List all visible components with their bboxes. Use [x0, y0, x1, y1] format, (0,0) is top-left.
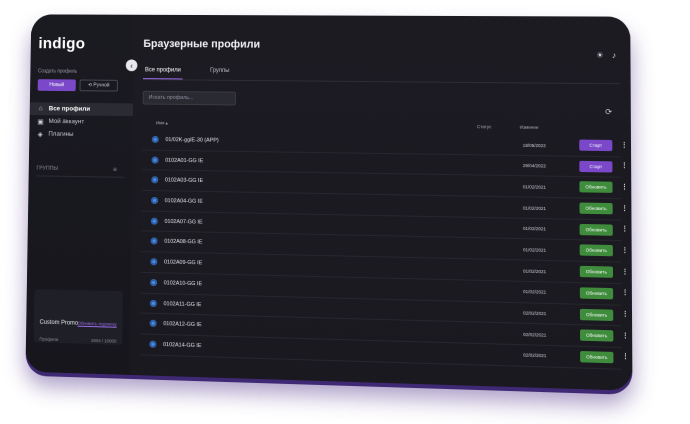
groups-heading: ГРУППЫ	[36, 166, 58, 172]
refresh-icon[interactable]: ⟳	[605, 107, 612, 116]
browser-icon	[152, 136, 159, 143]
search-input[interactable]: Искать профиль...	[143, 91, 236, 106]
browser-icon	[151, 177, 158, 184]
profile-name: 0102A12-GG IE	[163, 321, 201, 328]
profile-date: 02/02/2021	[523, 310, 546, 316]
column-name[interactable]: Имя ▴	[156, 120, 168, 126]
profiles-count: 2604 / 10000	[91, 338, 116, 344]
profile-date: 01/02/2021	[523, 205, 546, 210]
sun-icon[interactable]: ☀	[596, 51, 603, 60]
more-icon[interactable]: ⋮	[622, 353, 629, 361]
more-icon[interactable]: ⋮	[621, 246, 628, 254]
promo-card: Custom Promo Обновить подписку Профили 2…	[34, 289, 123, 345]
profile-name: 0102A14-GG IE	[163, 342, 201, 349]
update-button[interactable]: Обновить	[580, 266, 613, 278]
update-button[interactable]: Обновить	[580, 245, 613, 257]
divider	[143, 79, 620, 84]
tab-groups[interactable]: Группы	[208, 66, 232, 80]
update-button[interactable]: Обновить	[580, 224, 613, 236]
update-button[interactable]: Обновить	[579, 203, 612, 215]
update-button[interactable]: Обновить	[580, 308, 613, 320]
profile-name: 0102A07-GG IE	[164, 219, 202, 226]
profile-name: 0102A11-GG IE	[164, 301, 202, 308]
browser-icon	[151, 238, 158, 245]
browser-icon	[150, 258, 157, 265]
start-button[interactable]: Старт	[579, 140, 612, 152]
browser-icon	[152, 156, 159, 163]
upgrade-subscription-link[interactable]: Обновить подписку	[77, 321, 116, 328]
profile-date: 01/02/2021	[523, 268, 546, 274]
page-title: Браузерные профили	[143, 38, 260, 50]
layers-icon: ◈	[37, 131, 44, 138]
column-changed[interactable]: Изменен	[520, 125, 539, 130]
more-icon[interactable]: ⋮	[621, 141, 628, 149]
profile-date: 01/02/2021	[523, 226, 546, 232]
more-icon[interactable]: ⋮	[622, 331, 629, 339]
app-logo: indigo	[38, 36, 85, 54]
manual-profile-button[interactable]: ⟲ Ручной	[80, 80, 118, 92]
more-icon[interactable]: ⋮	[621, 225, 628, 233]
profile-table: 01/02K-ggIE-30 (APP) 18/05/2022 Старт ⋮ 0102…	[140, 130, 622, 369]
more-icon[interactable]: ⋮	[621, 267, 628, 275]
sidebar-item-label: Все профили	[49, 105, 90, 112]
profile-name: 0102A03-GG IE	[165, 178, 203, 185]
more-icon[interactable]: ⋮	[621, 289, 628, 297]
sidebar-item-plugins[interactable]: ◈ Плагины	[29, 128, 132, 142]
app-window: indigo Создать профиль Новый ⟲ Ручной ⌂ …	[25, 14, 632, 390]
browser-icon	[150, 299, 157, 306]
promo-title: Custom Promo	[40, 319, 79, 328]
profile-date: 02/02/2021	[523, 332, 546, 338]
more-icon[interactable]: ⋮	[621, 162, 628, 170]
update-button[interactable]: Обновить	[580, 330, 613, 342]
browser-icon	[151, 197, 158, 204]
profile-date: 01/02/2021	[523, 289, 546, 295]
bell-icon[interactable]: ♪	[612, 51, 616, 60]
profile-date: 29/04/2022	[523, 163, 546, 168]
profile-name: 0102A09-GG IE	[164, 260, 202, 267]
profile-name: 0102A08-GG IE	[164, 239, 202, 246]
sidebar-item-label: Мой аккаунт	[49, 118, 85, 125]
account-icon: ▣	[37, 118, 44, 125]
start-button[interactable]: Старт	[579, 161, 612, 173]
profile-date: 01/02/2021	[523, 247, 546, 253]
profiles-label: Профили	[39, 336, 58, 341]
profile-name: 0102A01-GG IE	[165, 157, 203, 163]
tabs: Все профили Группы	[143, 65, 231, 79]
sidebar-nav: ⌂ Все профили ▣ Мой аккаунт ◈ Плагины	[29, 102, 133, 141]
sidebar: indigo Создать профиль Новый ⟲ Ручной ⌂ …	[25, 14, 135, 375]
new-profile-button[interactable]: Новый	[38, 79, 76, 91]
sidebar-item-all-profiles[interactable]: ⌂ Все профили	[30, 102, 133, 116]
home-icon: ⌂	[37, 105, 44, 112]
tab-all-profiles[interactable]: Все профили	[143, 65, 183, 79]
more-icon[interactable]: ⋮	[622, 310, 629, 318]
divider	[36, 175, 124, 177]
more-icon[interactable]: ⋮	[621, 183, 628, 191]
sidebar-item-label: Плагины	[48, 131, 73, 138]
main-panel: Браузерные профили ☀ ♪ Все профили Групп…	[130, 15, 633, 391]
header-actions: ☀ ♪	[596, 51, 616, 60]
create-profile-label: Создать профиль	[38, 68, 77, 74]
sort-icon[interactable]: ≡	[113, 167, 117, 174]
update-button[interactable]: Обновить	[579, 182, 612, 194]
browser-icon	[151, 217, 158, 224]
more-icon[interactable]: ⋮	[621, 204, 628, 212]
profile-date: 01/02/2021	[523, 184, 546, 189]
profile-name: 0102A04-GG IE	[165, 198, 203, 205]
update-button[interactable]: Обновить	[580, 287, 613, 299]
update-button[interactable]: Обновить	[580, 351, 613, 363]
browser-icon	[150, 320, 157, 327]
browser-icon	[150, 279, 157, 286]
column-status[interactable]: Статус	[477, 124, 491, 129]
profile-date: 02/02/2021	[523, 353, 546, 359]
profile-name: 01/02K-ggIE-30 (APP)	[165, 137, 218, 144]
chevron-left-icon[interactable]: ‹	[126, 59, 138, 71]
browser-icon	[149, 341, 156, 348]
profile-date: 18/05/2022	[523, 142, 546, 147]
profile-name: 0102A10-GG IE	[164, 280, 202, 287]
